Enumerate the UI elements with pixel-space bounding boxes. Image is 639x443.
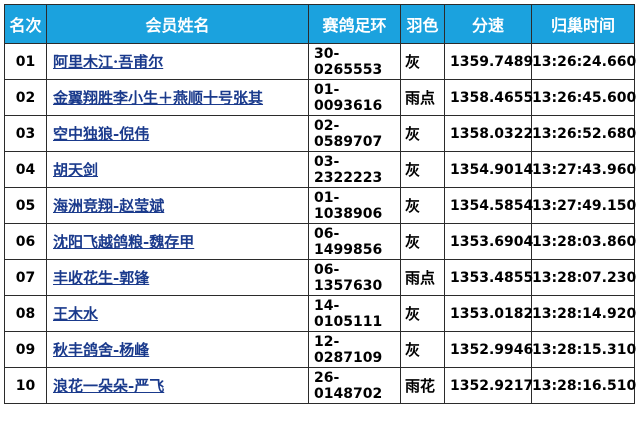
member-name-link[interactable]: 秋丰鸽舍-杨峰 [53, 341, 149, 359]
member-name-cell: 海洲竞翔-赵莹斌 [46, 187, 309, 224]
speed-cell: 1359.7489 [444, 43, 533, 80]
ring-number-cell: 12-0287109 [308, 331, 401, 368]
ring-number-cell: 01-1038906 [308, 187, 401, 224]
arrival-time-cell: 13:28:03.860 [531, 223, 636, 260]
speed-cell: 1358.4655 [444, 79, 533, 116]
ring-number-cell: 14-0105111 [308, 295, 401, 332]
feather-color-cell: 灰 [400, 115, 445, 152]
feather-color-cell: 灰 [400, 295, 445, 332]
feather-color-cell: 雨点 [400, 259, 445, 296]
table-row: 10 浪花一朵朵-严飞 26-0148702 雨花 1352.9217 13:2… [4, 367, 636, 404]
feather-color-cell: 灰 [400, 223, 445, 260]
table-row: 01 阿里木江·吾甫尔 30-0265553 灰 1359.7489 13:26… [4, 43, 636, 80]
member-name-link[interactable]: 海洲竞翔-赵莹斌 [53, 197, 164, 215]
table-header-row: 名次 会员姓名 赛鸽足环 羽色 分速 归巢时间 [4, 4, 635, 44]
member-name-cell: 秋丰鸽舍-杨峰 [46, 331, 309, 368]
arrival-time-cell: 13:27:43.960 [531, 151, 636, 188]
table-row: 04 胡天剑 03-2322223 灰 1354.9014 13:27:43.9… [4, 151, 636, 188]
ring-number-cell: 30-0265553 [308, 43, 401, 80]
arrival-time-cell: 13:27:49.150 [531, 187, 636, 224]
table-row: 07 丰收花生-郭锋 06-1357630 雨点 1353.4855 13:28… [4, 259, 636, 296]
member-name-cell: 王木水 [46, 295, 309, 332]
speed-cell: 1352.9217 [444, 367, 533, 404]
header-rank: 名次 [4, 4, 47, 44]
speed-cell: 1352.9946 [444, 331, 533, 368]
member-name-link[interactable]: 阿里木江·吾甫尔 [53, 53, 163, 71]
speed-cell: 1358.0322 [444, 115, 533, 152]
member-name-link[interactable]: 王木水 [53, 305, 98, 323]
member-name-cell: 空中独狼-倪伟 [46, 115, 309, 152]
header-arrival-time: 归巢时间 [531, 4, 635, 44]
ring-number-cell: 03-2322223 [308, 151, 401, 188]
ring-number-cell: 02-0589707 [308, 115, 401, 152]
ring-number-cell: 06-1499856 [308, 223, 401, 260]
header-member-name: 会员姓名 [46, 4, 309, 44]
table-row: 08 王木水 14-0105111 灰 1353.0182 13:28:14.9… [4, 295, 636, 332]
feather-color-cell: 灰 [400, 43, 445, 80]
member-name-link[interactable]: 浪花一朵朵-严飞 [53, 377, 164, 395]
table-row: 03 空中独狼-倪伟 02-0589707 灰 1358.0322 13:26:… [4, 115, 636, 152]
ring-number-cell: 26-0148702 [308, 367, 401, 404]
arrival-time-cell: 13:28:16.510 [531, 367, 636, 404]
member-name-cell: 沈阳飞越鸽粮-魏存甲 [46, 223, 309, 260]
speed-cell: 1354.9014 [444, 151, 533, 188]
rank-cell: 08 [4, 295, 47, 332]
feather-color-cell: 灰 [400, 151, 445, 188]
table-row: 09 秋丰鸽舍-杨峰 12-0287109 灰 1352.9946 13:28:… [4, 331, 636, 368]
arrival-time-cell: 13:28:14.920 [531, 295, 636, 332]
header-speed: 分速 [444, 4, 532, 44]
results-panel: 名次 会员姓名 赛鸽足环 羽色 分速 归巢时间 01 阿里木江·吾甫尔 30-0… [4, 4, 636, 437]
speed-cell: 1353.0182 [444, 295, 533, 332]
arrival-time-cell: 13:28:07.230 [531, 259, 636, 296]
ring-number-cell: 06-1357630 [308, 259, 401, 296]
member-name-link[interactable]: 胡天剑 [53, 161, 98, 179]
arrival-time-cell: 13:26:24.660 [531, 43, 636, 80]
feather-color-cell: 雨花 [400, 367, 445, 404]
rank-cell: 04 [4, 151, 47, 188]
rank-cell: 10 [4, 367, 47, 404]
rank-cell: 06 [4, 223, 47, 260]
table-row: 02 金翼翔胜李小生＋燕顺十号张其 01-0093616 雨点 1358.465… [4, 79, 636, 116]
member-name-link[interactable]: 丰收花生-郭锋 [53, 269, 149, 287]
table-row: 06 沈阳飞越鸽粮-魏存甲 06-1499856 灰 1353.6904 13:… [4, 223, 636, 260]
member-name-cell: 丰收花生-郭锋 [46, 259, 309, 296]
arrival-time-cell: 13:26:45.600 [531, 79, 636, 116]
member-name-cell: 金翼翔胜李小生＋燕顺十号张其 [46, 79, 309, 116]
ring-number-cell: 01-0093616 [308, 79, 401, 116]
arrival-time-cell: 13:26:52.680 [531, 115, 636, 152]
speed-cell: 1354.5854 [444, 187, 533, 224]
speed-cell: 1353.4855 [444, 259, 533, 296]
table-row: 05 海洲竞翔-赵莹斌 01-1038906 灰 1354.5854 13:27… [4, 187, 636, 224]
feather-color-cell: 灰 [400, 187, 445, 224]
member-name-cell: 胡天剑 [46, 151, 309, 188]
member-name-link[interactable]: 沈阳飞越鸽粮-魏存甲 [53, 233, 194, 251]
member-name-link[interactable]: 金翼翔胜李小生＋燕顺十号张其 [53, 89, 263, 107]
feather-color-cell: 雨点 [400, 79, 445, 116]
header-feather-color: 羽色 [400, 4, 445, 44]
rank-cell: 09 [4, 331, 47, 368]
member-name-cell: 阿里木江·吾甫尔 [46, 43, 309, 80]
rank-cell: 02 [4, 79, 47, 116]
speed-cell: 1353.6904 [444, 223, 533, 260]
feather-color-cell: 灰 [400, 331, 445, 368]
race-results-table: 名次 会员姓名 赛鸽足环 羽色 分速 归巢时间 01 阿里木江·吾甫尔 30-0… [4, 4, 636, 404]
rank-cell: 07 [4, 259, 47, 296]
arrival-time-cell: 13:28:15.310 [531, 331, 636, 368]
member-name-cell: 浪花一朵朵-严飞 [46, 367, 309, 404]
header-ring-number: 赛鸽足环 [308, 4, 401, 44]
rank-cell: 01 [4, 43, 47, 80]
rank-cell: 03 [4, 115, 47, 152]
rank-cell: 05 [4, 187, 47, 224]
member-name-link[interactable]: 空中独狼-倪伟 [53, 125, 149, 143]
